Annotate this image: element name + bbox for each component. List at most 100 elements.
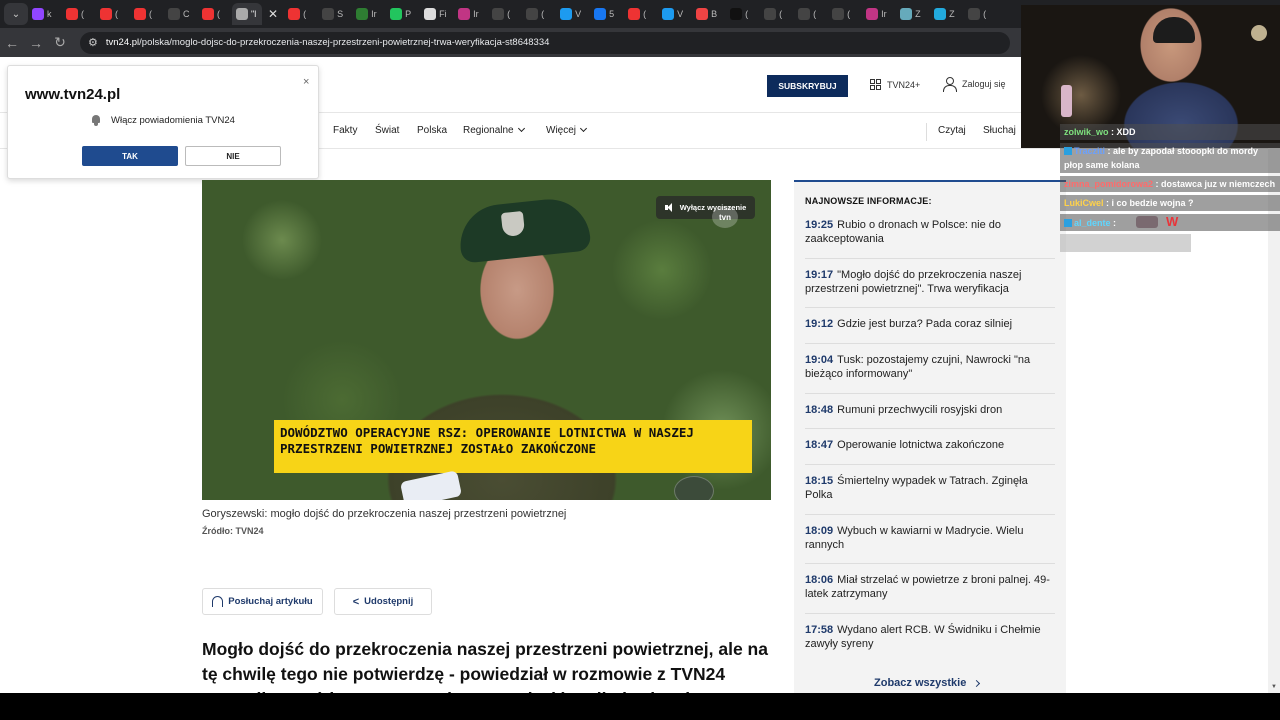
- browser-tab[interactable]: (: [522, 3, 556, 25]
- chat-overlay: zolwik_wo : XDD Tracziti : ale by zapodał…: [1060, 124, 1280, 252]
- browser-tab[interactable]: (: [96, 3, 130, 25]
- news-item[interactable]: 19:12 Gdzie jest burza? Pada coraz silnie…: [805, 317, 1055, 331]
- news-item[interactable]: 18:48 Rumuni przechwycili rosyjski dron: [805, 403, 1055, 417]
- see-all-label: Zobacz wszystkie: [874, 677, 967, 689]
- tvn-plus-link[interactable]: TVN24+: [870, 79, 920, 90]
- nav-item-regionalne[interactable]: Regionalne: [463, 124, 525, 136]
- microphone-icon: [399, 470, 463, 500]
- tab-favicon-icon: [594, 8, 607, 20]
- news-item[interactable]: 19:17 "Mogło dojść do przekroczenia nasze…: [805, 268, 1055, 296]
- browser-tab[interactable]: V: [658, 3, 692, 25]
- browser-tab[interactable]: Ir: [454, 3, 488, 25]
- close-icon[interactable]: ×: [303, 76, 309, 88]
- chat-text: :: [1113, 218, 1117, 228]
- news-item[interactable]: 18:06 Miał strzelać w powietrze z broni p…: [805, 573, 1055, 601]
- news-headline: Rubio o dronach w Polsce: nie do zaakcep…: [805, 219, 1002, 245]
- reload-icon[interactable]: ↻: [48, 34, 72, 51]
- tab-label: (: [813, 9, 817, 19]
- browser-tab[interactable]: (: [198, 3, 232, 25]
- browser-tab[interactable]: Ir: [862, 3, 896, 25]
- browser-tab[interactable]: k: [28, 3, 62, 25]
- news-item[interactable]: 18:15 Śmiertelny wypadek w Tatrach. Zginę…: [805, 474, 1055, 502]
- browser-tab[interactable]: Fi: [420, 3, 454, 25]
- see-all-link[interactable]: Zobacz wszystkie: [874, 677, 981, 689]
- emblem-icon: [674, 476, 714, 500]
- browser-tab-active[interactable]: "l: [232, 3, 262, 25]
- site-settings-icon[interactable]: ⚙: [88, 36, 98, 49]
- share-button[interactable]: < Udostępnij: [334, 588, 432, 615]
- news-separator: [805, 343, 1055, 344]
- deny-notifications-button[interactable]: NIE: [185, 146, 281, 166]
- tab-favicon-icon: [730, 8, 743, 20]
- browser-tab[interactable]: (: [828, 3, 862, 25]
- allow-notifications-button[interactable]: TAK: [82, 146, 178, 166]
- news-item[interactable]: 18:47 Operowanie lotnictwa zakończone: [805, 438, 1055, 452]
- forward-icon[interactable]: →: [24, 35, 48, 51]
- browser-tab[interactable]: Z: [896, 3, 930, 25]
- listen-button[interactable]: Posłuchaj artykułu: [202, 588, 323, 615]
- latest-news-title: NAJNOWSZE INFORMACJE:: [805, 196, 932, 206]
- news-item[interactable]: 19:25 Rubio o dronach w Polsce: nie do za…: [805, 218, 1055, 246]
- notification-popup: www.tvn24.pl × Włącz powiadomienia TVN24…: [7, 65, 319, 179]
- tab-favicon-icon: [390, 8, 403, 20]
- nav-item-wiecej[interactable]: Więcej: [546, 124, 588, 136]
- news-time: 19:17: [805, 269, 834, 281]
- banner-line-2: PRZESTRZENI POWIETRZNEJ ZOSTAŁO ZAKOŃCZO…: [280, 441, 597, 456]
- tab-label: S: [337, 9, 344, 19]
- chat-username: Tracziti: [1074, 146, 1106, 156]
- tab-close-icon[interactable]: ✕: [268, 7, 278, 21]
- tab-label: (: [541, 9, 545, 19]
- browser-tab[interactable]: (: [624, 3, 658, 25]
- browser-tab[interactable]: (: [964, 3, 998, 25]
- tab-favicon-icon: [526, 8, 539, 20]
- browser-tab[interactable]: Ir: [352, 3, 386, 25]
- news-time: 18:06: [805, 574, 834, 586]
- scroll-down-icon[interactable]: ▼: [1271, 684, 1277, 690]
- browser-tab[interactable]: V: [556, 3, 590, 25]
- tab-favicon-icon: [764, 8, 777, 20]
- video-player[interactable]: Wyłącz wyciszenie tvn DOWÓDZTWO OPERACYJ…: [202, 180, 771, 500]
- news-time: 18:47: [805, 439, 834, 451]
- nav-item-fakty[interactable]: Fakty: [333, 125, 357, 136]
- url-field[interactable]: ⚙ tvn24.pl/polska/moglo-dojsc-do-przekro…: [80, 31, 1010, 54]
- news-item[interactable]: 17:58 Wydano alert RCB. W Świdniku i Cheł…: [805, 623, 1055, 651]
- browser-tab[interactable]: B: [692, 3, 726, 25]
- nav-item-polska[interactable]: Polska: [417, 125, 447, 136]
- back-icon[interactable]: ←: [0, 35, 24, 51]
- nav-item-swiat[interactable]: Świat: [375, 125, 399, 136]
- browser-tab[interactable]: (: [130, 3, 164, 25]
- tab-favicon-icon: [968, 8, 981, 20]
- tab-label: (: [643, 9, 647, 19]
- nav-item-sluchaj[interactable]: Słuchaj: [983, 125, 1016, 136]
- browser-tab[interactable]: (: [794, 3, 828, 25]
- chat-message: Tracziti : ale by zapodał stooopki do mo…: [1060, 143, 1280, 173]
- grid-icon: [870, 79, 881, 90]
- browser-tab[interactable]: (: [284, 3, 318, 25]
- popup-message: Włącz powiadomienia TVN24: [91, 115, 235, 126]
- browser-tab[interactable]: S: [318, 3, 352, 25]
- tab-label: (: [81, 9, 84, 19]
- browser-tab[interactable]: (: [726, 3, 760, 25]
- browser-tab[interactable]: 5: [590, 3, 624, 25]
- browser-tab[interactable]: P: [386, 3, 420, 25]
- share-icon: <: [352, 595, 360, 608]
- nav-item-czytaj[interactable]: Czytaj: [938, 125, 966, 136]
- news-item[interactable]: 18:09 Wybuch w kawiarni w Madrycie. Wielu…: [805, 524, 1055, 552]
- browser-tab[interactable]: (: [62, 3, 96, 25]
- tab-label: (: [507, 9, 511, 19]
- browser-tab[interactable]: (: [488, 3, 522, 25]
- tab-search-button[interactable]: ⌄: [4, 3, 28, 25]
- speaker-muted-icon: [664, 203, 675, 212]
- news-item[interactable]: 19:04 Tusk: pozostajemy czujni, Nawrocki …: [805, 353, 1055, 381]
- news-separator: [805, 258, 1055, 259]
- article-lead: Mogło dojść do przekroczenia naszej prze…: [202, 639, 768, 693]
- subscribe-button[interactable]: SUBSKRYBUJ: [767, 75, 848, 97]
- tab-label: "l: [251, 9, 257, 19]
- login-link[interactable]: Zaloguj się: [943, 77, 1006, 92]
- unmute-button[interactable]: Wyłącz wyciszenie: [656, 196, 755, 219]
- browser-tab[interactable]: C: [164, 3, 198, 25]
- browser-tab[interactable]: (: [760, 3, 794, 25]
- browser-tab[interactable]: Z: [930, 3, 964, 25]
- tab-favicon-icon: [202, 8, 214, 20]
- tab-favicon-icon: [100, 8, 112, 20]
